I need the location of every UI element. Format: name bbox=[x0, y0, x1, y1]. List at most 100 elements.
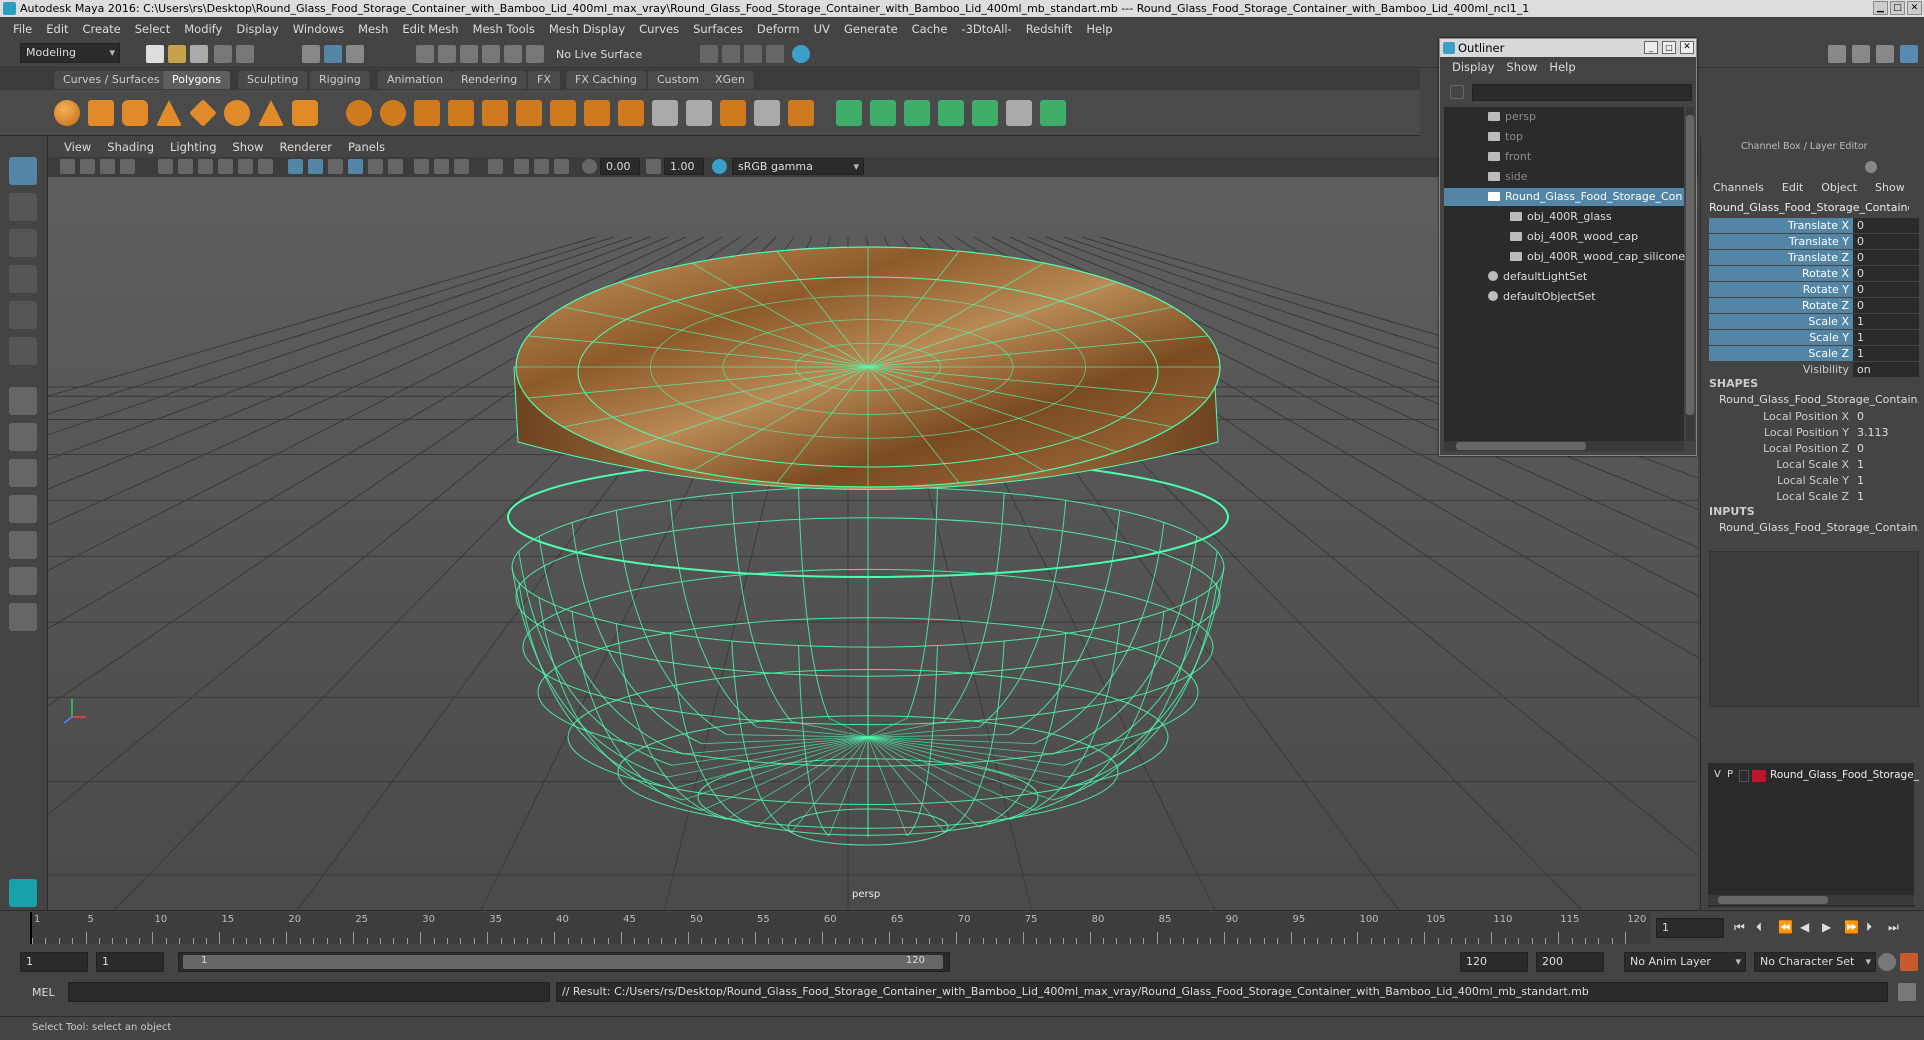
menu-surfaces[interactable]: Surfaces bbox=[686, 22, 750, 36]
channel-label[interactable]: Rotate Y bbox=[1709, 282, 1853, 297]
playback-end-field[interactable]: 120 bbox=[1460, 952, 1528, 972]
shape-attr-value[interactable]: 1 bbox=[1853, 473, 1919, 488]
outliner-minimize-button[interactable]: _ bbox=[1644, 41, 1658, 54]
shape-attr-value[interactable]: 0 bbox=[1853, 409, 1919, 424]
channel-rotate-x[interactable]: Rotate X0 bbox=[1709, 266, 1919, 281]
textured-icon[interactable] bbox=[348, 159, 363, 174]
viewport-menu-panels[interactable]: Panels bbox=[340, 140, 393, 154]
outliner-item-obj-400r-wood-cap[interactable]: obj_400R_wood_cap bbox=[1510, 228, 1638, 246]
bridge-icon[interactable] bbox=[618, 100, 644, 126]
shape-local-position-x[interactable]: Local Position X 0 bbox=[1709, 409, 1919, 424]
outliner-item-top[interactable]: top bbox=[1488, 128, 1523, 146]
shape-attr-label[interactable]: Local Scale Z bbox=[1776, 489, 1849, 504]
shelf-tab-animation[interactable]: Animation bbox=[378, 71, 453, 89]
current-frame-field[interactable]: 1 bbox=[1656, 918, 1724, 938]
outliner-item-front[interactable]: front bbox=[1488, 148, 1531, 166]
channel-label[interactable]: Translate Y bbox=[1709, 234, 1853, 249]
custom-layout-icon[interactable] bbox=[9, 603, 37, 631]
hypershade-layout-icon[interactable] bbox=[9, 531, 37, 559]
separate-icon[interactable] bbox=[380, 100, 406, 126]
shape-node-name[interactable]: Round_Glass_Food_Storage_Contain... bbox=[1719, 393, 1919, 406]
layer-color-swatch[interactable] bbox=[1752, 770, 1766, 782]
outliner-menu-display[interactable]: Display bbox=[1446, 60, 1500, 74]
channel-value[interactable]: 1 bbox=[1853, 330, 1919, 345]
redo-icon[interactable] bbox=[236, 45, 254, 63]
viewport-menu-shading[interactable]: Shading bbox=[99, 140, 162, 154]
image-plane-icon[interactable] bbox=[120, 159, 135, 174]
outliner-vertical-scrollbar[interactable] bbox=[1686, 107, 1694, 441]
maximize-button[interactable]: □ bbox=[1890, 1, 1905, 15]
multi-cut-icon[interactable] bbox=[686, 100, 712, 126]
color-management-icon[interactable] bbox=[712, 159, 727, 174]
select-camera-icon[interactable] bbox=[60, 159, 75, 174]
channel-label[interactable]: Translate X bbox=[1709, 218, 1853, 233]
anim-layer-dropdown[interactable]: No Anim Layer bbox=[1624, 952, 1746, 972]
outliner-search-input[interactable] bbox=[1472, 84, 1692, 101]
shape-attr-value[interactable]: 1 bbox=[1853, 457, 1919, 472]
shape-local-position-y[interactable]: Local Position Y 3.113 bbox=[1709, 425, 1919, 440]
shelf-tab-curves-surfaces[interactable]: Curves / Surfaces bbox=[54, 71, 169, 89]
menu-mesh-display[interactable]: Mesh Display bbox=[542, 22, 632, 36]
tool-settings-icon[interactable] bbox=[1876, 45, 1894, 63]
render-settings-icon[interactable] bbox=[766, 45, 784, 63]
field-chart-icon[interactable] bbox=[238, 159, 253, 174]
wireframe-icon[interactable] bbox=[288, 159, 303, 174]
menu-set-dropdown[interactable]: Modeling bbox=[20, 43, 120, 63]
smooth-icon[interactable] bbox=[448, 100, 474, 126]
uv-editor-icon[interactable] bbox=[972, 100, 998, 126]
uv-cylindrical-icon[interactable] bbox=[870, 100, 896, 126]
menu-help[interactable]: Help bbox=[1079, 22, 1119, 36]
view-transform-dropdown[interactable]: sRGB gamma bbox=[732, 158, 864, 175]
menu-modify[interactable]: Modify bbox=[177, 22, 229, 36]
combine-icon[interactable] bbox=[346, 100, 372, 126]
menu-windows[interactable]: Windows bbox=[286, 22, 351, 36]
step-back-frame-icon[interactable]: ⏴ bbox=[1756, 920, 1772, 936]
select-tool-icon[interactable] bbox=[9, 157, 37, 185]
insert-edge-loop-icon[interactable] bbox=[652, 100, 678, 126]
channel-label[interactable]: Rotate Z bbox=[1709, 298, 1853, 313]
outliner-item-defaultlightset[interactable]: defaultLightSet bbox=[1488, 268, 1587, 286]
play-forwards-icon[interactable]: ▶ bbox=[1822, 920, 1838, 936]
channel-label[interactable]: Scale X bbox=[1709, 314, 1853, 329]
camera-attributes-icon[interactable] bbox=[80, 159, 95, 174]
attribute-editor-icon[interactable] bbox=[1852, 45, 1870, 63]
glass-container-wireframe[interactable] bbox=[507, 456, 1229, 846]
target-weld-icon[interactable] bbox=[720, 100, 746, 126]
merge-icon[interactable] bbox=[788, 100, 814, 126]
safe-action-icon[interactable] bbox=[258, 159, 273, 174]
channel-menu-edit[interactable]: Edit bbox=[1782, 181, 1803, 194]
undo-icon[interactable] bbox=[214, 45, 232, 63]
animation-preferences-icon[interactable] bbox=[1900, 953, 1918, 971]
wireframe-on-shaded-icon[interactable] bbox=[328, 159, 343, 174]
shelf-tab-fx-caching[interactable]: FX Caching bbox=[566, 71, 646, 89]
channel-scale-x[interactable]: Scale X1 bbox=[1709, 314, 1919, 329]
bookmark-icon[interactable] bbox=[100, 159, 115, 174]
poly-torus-icon[interactable] bbox=[224, 100, 250, 126]
menu-generate[interactable]: Generate bbox=[837, 22, 905, 36]
channel-menu-object[interactable]: Object bbox=[1821, 181, 1857, 194]
channel-translate-y[interactable]: Translate Y0 bbox=[1709, 234, 1919, 249]
bevel-icon[interactable] bbox=[550, 100, 576, 126]
playback-start-field[interactable]: 1 bbox=[96, 952, 164, 972]
select-hierarchy-icon[interactable] bbox=[302, 45, 320, 63]
snap-vertex-icon[interactable] bbox=[526, 45, 544, 63]
isolate-select-icon[interactable] bbox=[488, 159, 503, 174]
go-to-end-icon[interactable]: ⏭ bbox=[1888, 920, 1904, 936]
viewport-menu-renderer[interactable]: Renderer bbox=[272, 140, 341, 154]
channel-box-toggle-icon[interactable] bbox=[1900, 45, 1918, 63]
checker-icon[interactable] bbox=[1006, 100, 1032, 126]
new-scene-icon[interactable] bbox=[146, 45, 164, 63]
shape-local-scale-y[interactable]: Local Scale Y 1 bbox=[1709, 473, 1919, 488]
gate-mask-icon[interactable] bbox=[218, 159, 233, 174]
channel-value[interactable]: 0 bbox=[1853, 266, 1919, 281]
lasso-tool-icon[interactable] bbox=[9, 193, 37, 221]
channel-value[interactable]: 0 bbox=[1853, 234, 1919, 249]
open-scene-icon[interactable] bbox=[168, 45, 186, 63]
film-gate-icon[interactable] bbox=[178, 159, 193, 174]
menu-create[interactable]: Create bbox=[76, 22, 128, 36]
bamboo-lid-mesh[interactable] bbox=[513, 246, 1221, 490]
four-view-layout-icon[interactable] bbox=[9, 423, 37, 451]
channel-box-layer-toggle-icon[interactable] bbox=[1865, 161, 1877, 173]
modeling-toolkit-icon[interactable] bbox=[1828, 45, 1846, 63]
grid-icon[interactable] bbox=[158, 159, 173, 174]
